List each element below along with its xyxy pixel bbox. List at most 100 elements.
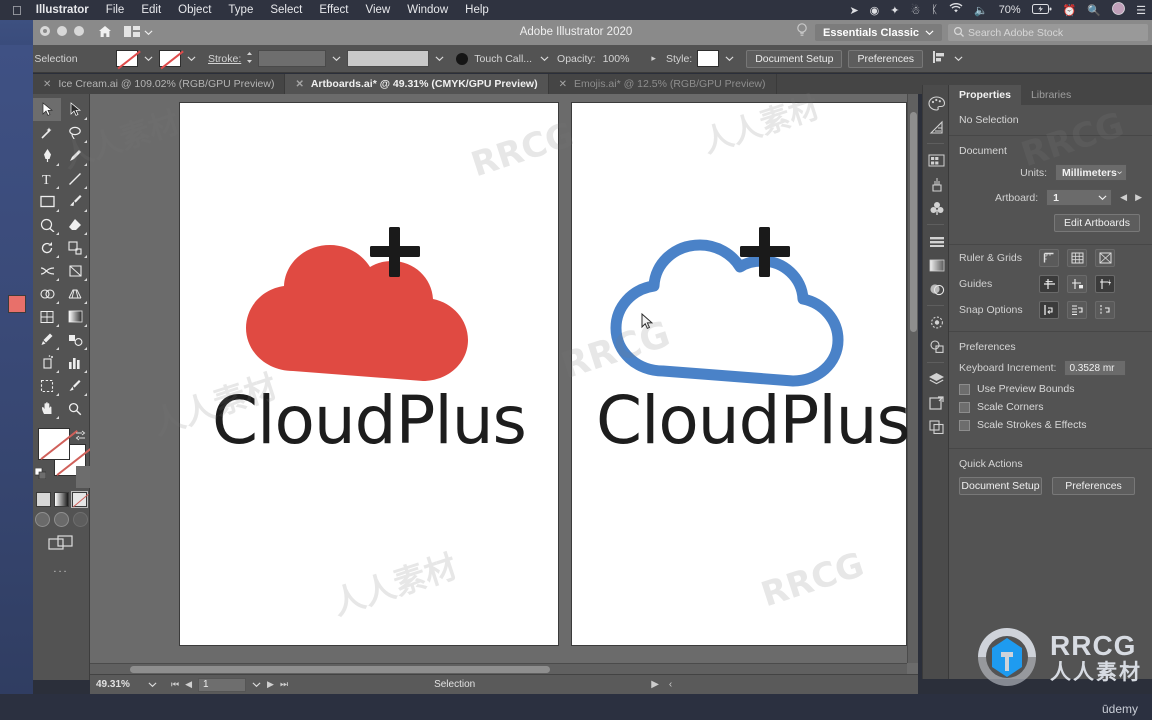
snap-to-pixel-icon[interactable]	[1095, 301, 1115, 319]
tab-properties[interactable]: Properties	[949, 85, 1021, 105]
paintbrush-tool[interactable]	[61, 190, 89, 213]
bluetooth-icon[interactable]: ᛕ	[931, 4, 938, 16]
zoom-tool[interactable]	[61, 397, 89, 420]
touch-type-chevron-down-icon[interactable]	[540, 54, 549, 63]
stock-search-input[interactable]: Search Adobe Stock	[948, 24, 1148, 41]
artboards-icon[interactable]	[923, 391, 950, 415]
asset-export-icon[interactable]	[923, 415, 950, 439]
gradient-icon[interactable]	[923, 253, 950, 277]
swatches-icon[interactable]	[923, 148, 950, 172]
mesh-tool[interactable]	[33, 305, 61, 328]
scroll-thumb[interactable]	[910, 112, 917, 332]
stroke-profile-chevron-down-icon[interactable]	[435, 54, 444, 63]
previous-artboard-button[interactable]: ◀	[185, 679, 192, 690]
type-tool[interactable]: T	[33, 167, 61, 190]
help-bulb-icon[interactable]	[795, 22, 809, 43]
line-segment-tool[interactable]	[61, 167, 89, 190]
pen-tool[interactable]	[33, 144, 61, 167]
hand-tool[interactable]	[33, 397, 61, 420]
menu-help[interactable]: Help	[465, 4, 489, 16]
apple-icon[interactable]: 	[12, 4, 22, 17]
menu-type[interactable]: Type	[228, 4, 253, 16]
preferences-button[interactable]: Preferences	[848, 49, 924, 68]
scale-strokes-effects-checkbox[interactable]	[959, 419, 970, 431]
first-artboard-button[interactable]: ⏮	[171, 679, 179, 690]
close-icon[interactable]: ✕	[43, 79, 51, 90]
zoom-chevron-down-icon[interactable]	[148, 680, 157, 689]
snap-to-grid-icon[interactable]	[1067, 301, 1087, 319]
next-artboard-button[interactable]: ▶	[267, 679, 274, 690]
eyedropper-tool[interactable]	[33, 328, 61, 351]
show-guides-icon[interactable]	[1039, 275, 1059, 293]
opacity-label[interactable]: Opacity:	[557, 53, 596, 65]
status-menu-icon[interactable]: ▶	[651, 679, 659, 690]
stroke-profile-input[interactable]	[347, 50, 430, 67]
next-artboard-button[interactable]: ▶	[1135, 192, 1142, 203]
color-swatch-button[interactable]	[35, 492, 51, 507]
color-guide-icon[interactable]	[923, 115, 950, 139]
opacity-value[interactable]: 100%	[603, 53, 630, 65]
graphic-style-swatch[interactable]	[697, 50, 720, 67]
color-palette-icon[interactable]	[923, 91, 950, 115]
stroke-stepper-icon[interactable]	[246, 51, 253, 67]
stroke-chevron-down-icon[interactable]	[187, 54, 196, 63]
smart-guides-icon[interactable]	[1095, 275, 1115, 293]
free-transform-tool[interactable]	[61, 259, 89, 282]
control-center-icon[interactable]: ☰	[1136, 4, 1146, 17]
menu-edit[interactable]: Edit	[141, 4, 161, 16]
artboard-select[interactable]: 1	[1046, 189, 1113, 206]
scroll-thumb[interactable]	[130, 666, 550, 673]
stroke-swatch[interactable]	[159, 50, 181, 67]
location-icon[interactable]: ➤	[849, 4, 858, 17]
shape-builder-tool[interactable]	[33, 282, 61, 305]
artboard-red-logo[interactable]: CloudPlus	[180, 103, 558, 645]
wifi-icon[interactable]	[949, 3, 963, 17]
magic-wand-tool[interactable]	[33, 121, 61, 144]
touch-type-label[interactable]: Touch Call...	[474, 53, 532, 65]
battery-icon[interactable]	[1031, 3, 1052, 17]
show-grid-icon[interactable]	[1067, 249, 1087, 267]
stroke-label[interactable]: Stroke:	[208, 53, 241, 65]
lock-guides-icon[interactable]	[1067, 275, 1087, 293]
units-select[interactable]: Millimeters	[1055, 164, 1127, 181]
scale-tool[interactable]	[61, 236, 89, 259]
document-tab-ice-cream[interactable]: ✕ Ice Cream.ai @ 109.02% (RGB/GPU Previe…	[33, 74, 286, 94]
align-icon[interactable]	[923, 229, 950, 253]
shaper-tool[interactable]	[33, 213, 61, 236]
show-transparency-grid-icon[interactable]	[1095, 249, 1115, 267]
symbols-icon[interactable]	[923, 196, 950, 220]
document-tab-artboards[interactable]: ✕ Artboards.ai* @ 49.31% (CMYK/GPU Previ…	[285, 74, 549, 94]
menu-effect[interactable]: Effect	[319, 4, 348, 16]
gradient-swatch-button[interactable]	[53, 492, 69, 507]
document-setup-button[interactable]: Document Setup	[746, 49, 843, 68]
close-icon[interactable]: ✕	[295, 79, 303, 90]
show-rulers-icon[interactable]	[1039, 249, 1059, 267]
document-canvas[interactable]: CloudPlus CloudPlus	[90, 94, 918, 674]
edit-toolbar-button[interactable]: ...	[33, 563, 89, 575]
appearance-icon[interactable]	[923, 310, 950, 334]
quick-preferences-button[interactable]: Preferences	[1052, 477, 1135, 495]
snap-to-point-icon[interactable]	[1039, 301, 1059, 319]
document-tab-emojis[interactable]: ✕ Emojis.ai* @ 12.5% (RGB/GPU Preview)	[549, 74, 777, 94]
quick-document-setup-button[interactable]: Document Setup	[959, 477, 1042, 495]
align-chevron-down-icon[interactable]	[954, 54, 963, 63]
graphic-styles-icon[interactable]	[923, 334, 950, 358]
perspective-grid-tool[interactable]	[61, 282, 89, 305]
use-preview-bounds-row[interactable]: Use Preview Bounds	[949, 380, 1152, 398]
tool-status-label[interactable]: Selection	[434, 679, 475, 690]
stroke-weight-chevron-down-icon[interactable]	[332, 54, 341, 63]
spiral-icon[interactable]: ◉	[870, 4, 880, 17]
user-avatar-icon[interactable]	[1112, 2, 1126, 18]
column-graph-tool[interactable]	[61, 351, 89, 374]
symbol-sprayer-tool[interactable]	[33, 351, 61, 374]
eraser-tool[interactable]	[61, 213, 89, 236]
last-artboard-button[interactable]: ⏭	[280, 679, 288, 690]
spotlight-search-icon[interactable]: 🔍	[1087, 4, 1101, 17]
brushes-icon[interactable]	[923, 172, 950, 196]
screen-mode-button[interactable]	[33, 535, 89, 553]
edit-artboards-button[interactable]: Edit Artboards	[1054, 214, 1140, 232]
rotate-tool[interactable]	[33, 236, 61, 259]
fill-color-swatch[interactable]	[38, 428, 78, 460]
stroke-weight-input[interactable]	[258, 50, 327, 67]
scale-strokes-effects-row[interactable]: Scale Strokes & Effects	[949, 416, 1152, 434]
